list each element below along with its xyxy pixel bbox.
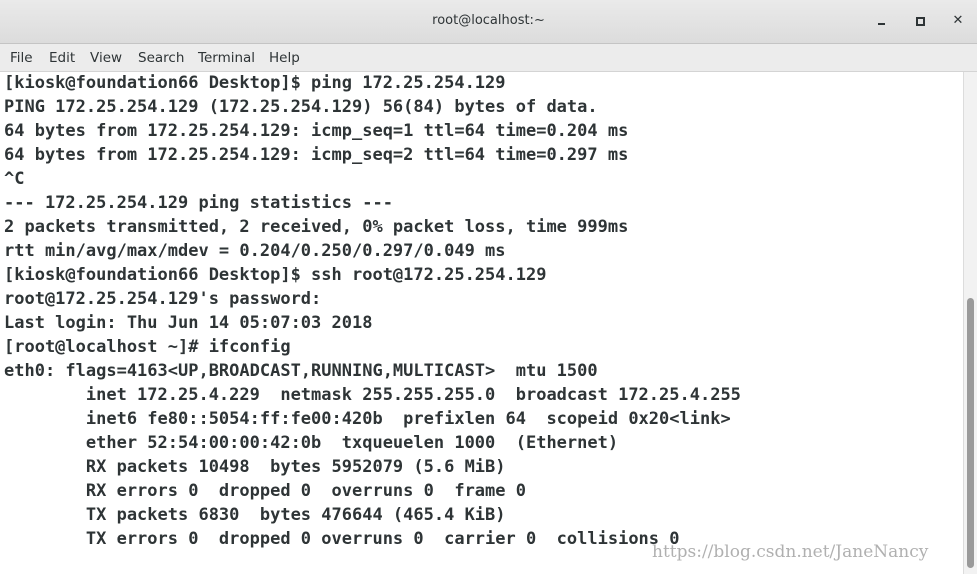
terminal-line: inet 172.25.4.229 netmask 255.255.255.0 … xyxy=(4,385,741,405)
terminal-line: rtt min/avg/max/mdev = 0.204/0.250/0.297… xyxy=(4,241,506,261)
terminal-line: inet6 fe80::5054:ff:fe00:420b prefixlen … xyxy=(4,409,731,429)
scrollbar-thumb[interactable] xyxy=(967,298,974,568)
vertical-scrollbar[interactable] xyxy=(963,72,977,574)
minimize-button[interactable] xyxy=(873,12,891,30)
terminal-line: ^C xyxy=(4,169,25,189)
terminal-output[interactable]: [kiosk@foundation66 Desktop]$ ping 172.2… xyxy=(0,72,963,574)
terminal-line: [kiosk@foundation66 Desktop]$ ping 172.2… xyxy=(4,73,506,93)
terminal-line: --- 172.25.254.129 ping statistics --- xyxy=(4,193,393,213)
menu-file[interactable]: File xyxy=(10,48,33,68)
terminal-line: TX errors 0 dropped 0 overruns 0 carrier… xyxy=(4,529,680,549)
terminal-line: [kiosk@foundation66 Desktop]$ ssh root@1… xyxy=(4,265,547,285)
close-button[interactable]: ✕ xyxy=(949,12,967,30)
close-icon: ✕ xyxy=(952,13,964,28)
terminal-line: 64 bytes from 172.25.254.129: icmp_seq=2… xyxy=(4,145,629,165)
terminal-line: RX packets 10498 bytes 5952079 (5.6 MiB) xyxy=(4,457,506,477)
watermark-text: https://blog.csdn.net/JaneNancy xyxy=(652,542,929,562)
maximize-button[interactable] xyxy=(911,12,929,30)
terminal-line: RX errors 0 dropped 0 overruns 0 frame 0 xyxy=(4,481,526,501)
title-bar[interactable]: root@localhost:~ ✕ xyxy=(0,0,977,44)
terminal-line: PING 172.25.254.129 (172.25.254.129) 56(… xyxy=(4,97,598,117)
menu-search[interactable]: Search xyxy=(138,48,184,68)
menu-help[interactable]: Help xyxy=(269,48,300,68)
terminal-window: root@localhost:~ ✕ File Edit View Search… xyxy=(0,0,977,574)
terminal-line: 2 packets transmitted, 2 received, 0% pa… xyxy=(4,217,629,237)
menu-terminal[interactable]: Terminal xyxy=(198,48,255,68)
window-title: root@localhost:~ xyxy=(432,13,545,28)
terminal-line: ether 52:54:00:00:42:0b txqueuelen 1000 … xyxy=(4,433,619,453)
menu-edit[interactable]: Edit xyxy=(49,48,75,68)
terminal-line: Last login: Thu Jun 14 05:07:03 2018 xyxy=(4,313,373,333)
menu-bar: File Edit View Search Terminal Help xyxy=(0,44,977,72)
terminal-line: TX packets 6830 bytes 476644 (465.4 KiB) xyxy=(4,505,506,525)
menu-view[interactable]: View xyxy=(90,48,122,68)
terminal-line: 64 bytes from 172.25.254.129: icmp_seq=1… xyxy=(4,121,629,141)
terminal-line: root@172.25.254.129's password: xyxy=(4,289,322,309)
terminal-line: eth0: flags=4163<UP,BROADCAST,RUNNING,MU… xyxy=(4,361,598,381)
terminal-line: [root@localhost ~]# ifconfig xyxy=(4,337,291,357)
minimize-icon xyxy=(878,23,885,25)
maximize-icon xyxy=(916,17,925,26)
